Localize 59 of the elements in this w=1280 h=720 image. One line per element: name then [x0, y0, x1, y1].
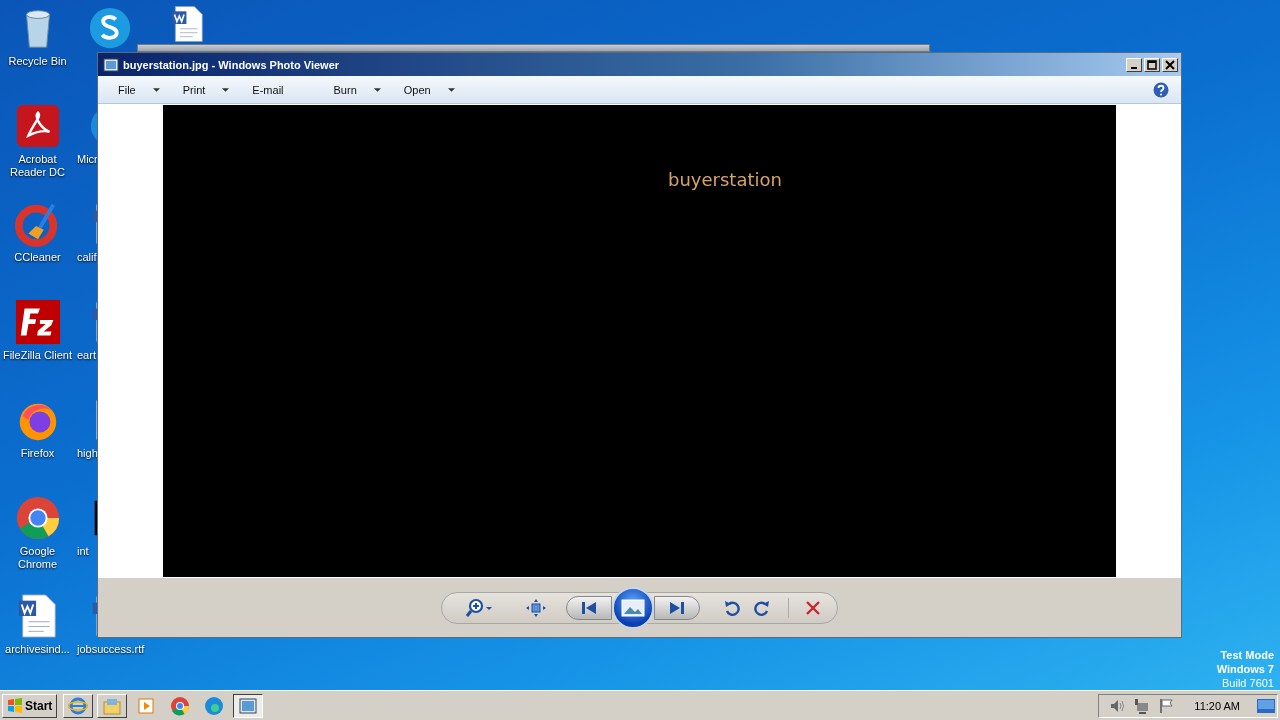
- desktop-icon-label: Google Chrome: [16, 545, 59, 571]
- clock[interactable]: 11:20 AM: [1194, 699, 1240, 712]
- rotate-left-icon: [724, 598, 740, 617]
- taskbar-app-button[interactable]: [233, 693, 264, 718]
- chat-icon[interactable]: [87, 5, 133, 51]
- background-window[interactable]: [137, 44, 930, 52]
- rotate-right-icon: [754, 598, 770, 617]
- test-mode-text: Test Mode: [1220, 648, 1274, 662]
- pdf-icon[interactable]: [14, 103, 61, 149]
- desktop-icon-label: calif: [77, 251, 97, 264]
- menu-item[interactable]: E-mail: [242, 83, 324, 96]
- show-desktop-icon[interactable]: [1257, 698, 1275, 713]
- menu-item[interactable]: File: [108, 83, 173, 96]
- fit-icon: [526, 598, 546, 617]
- menu-item[interactable]: Open: [393, 83, 468, 96]
- desktop-icon-label: CCleaner: [14, 251, 61, 264]
- desktop-icon-label: FileZilla Client: [2, 349, 73, 362]
- desktop-icon-label: Acrobat Reader DC: [9, 153, 66, 179]
- menu-item[interactable]: Burn: [323, 83, 394, 96]
- previous-icon: [581, 600, 597, 615]
- menu-item[interactable]: Print: [172, 83, 243, 96]
- landscape-icon: [621, 598, 645, 617]
- caret-icon: [447, 87, 455, 92]
- image-text: buyerstation: [668, 169, 782, 190]
- desktop-icon-label: jobsuccess.rtf: [77, 643, 145, 656]
- next-icon: [669, 600, 685, 615]
- letters-tile-icon[interactable]: [14, 299, 61, 345]
- window-title: buyerstation.jpg - Windows Photo Viewer: [123, 58, 341, 71]
- close-button[interactable]: [1162, 57, 1178, 72]
- caret-icon: [222, 87, 230, 92]
- slideshow-button[interactable]: [612, 586, 654, 629]
- desktop-icon-label: archivesind...: [5, 643, 70, 656]
- minimize-button[interactable]: [1126, 57, 1142, 72]
- picture-frame-icon: [238, 695, 259, 716]
- previous-button[interactable]: [566, 595, 612, 620]
- desktop-icon-label: high: [77, 447, 98, 460]
- desktop-icon-label: int: [77, 545, 89, 558]
- caret-icon: [152, 87, 160, 92]
- maximize-icon: [1147, 59, 1157, 70]
- desktop-icon-label: eart: [77, 349, 96, 362]
- flag-icon[interactable]: [1159, 697, 1176, 714]
- minimize-icon: [1131, 66, 1137, 69]
- desktop-icon-label: Recycle Bin: [8, 55, 67, 68]
- desktop-icon-label: Firefox: [20, 447, 55, 460]
- maximize-button[interactable]: [1144, 57, 1160, 72]
- test-mode-text: Windows 7: [1216, 662, 1274, 676]
- help-icon[interactable]: [1153, 81, 1169, 98]
- play-icon: [136, 695, 157, 716]
- test-mode-text: Build 7601: [1222, 676, 1274, 690]
- next-button[interactable]: [654, 595, 700, 620]
- start-button[interactable]: Start: [2, 693, 58, 718]
- network-icon[interactable]: [1134, 697, 1151, 714]
- zoom-icon: [466, 597, 494, 618]
- caret-icon: [373, 87, 381, 92]
- picture-frame-icon: [103, 56, 119, 73]
- desktop-icon-label: Micr: [77, 153, 98, 166]
- delete-icon: [805, 599, 821, 616]
- close-icon: [1165, 59, 1175, 70]
- windows-logo-icon: [7, 697, 23, 714]
